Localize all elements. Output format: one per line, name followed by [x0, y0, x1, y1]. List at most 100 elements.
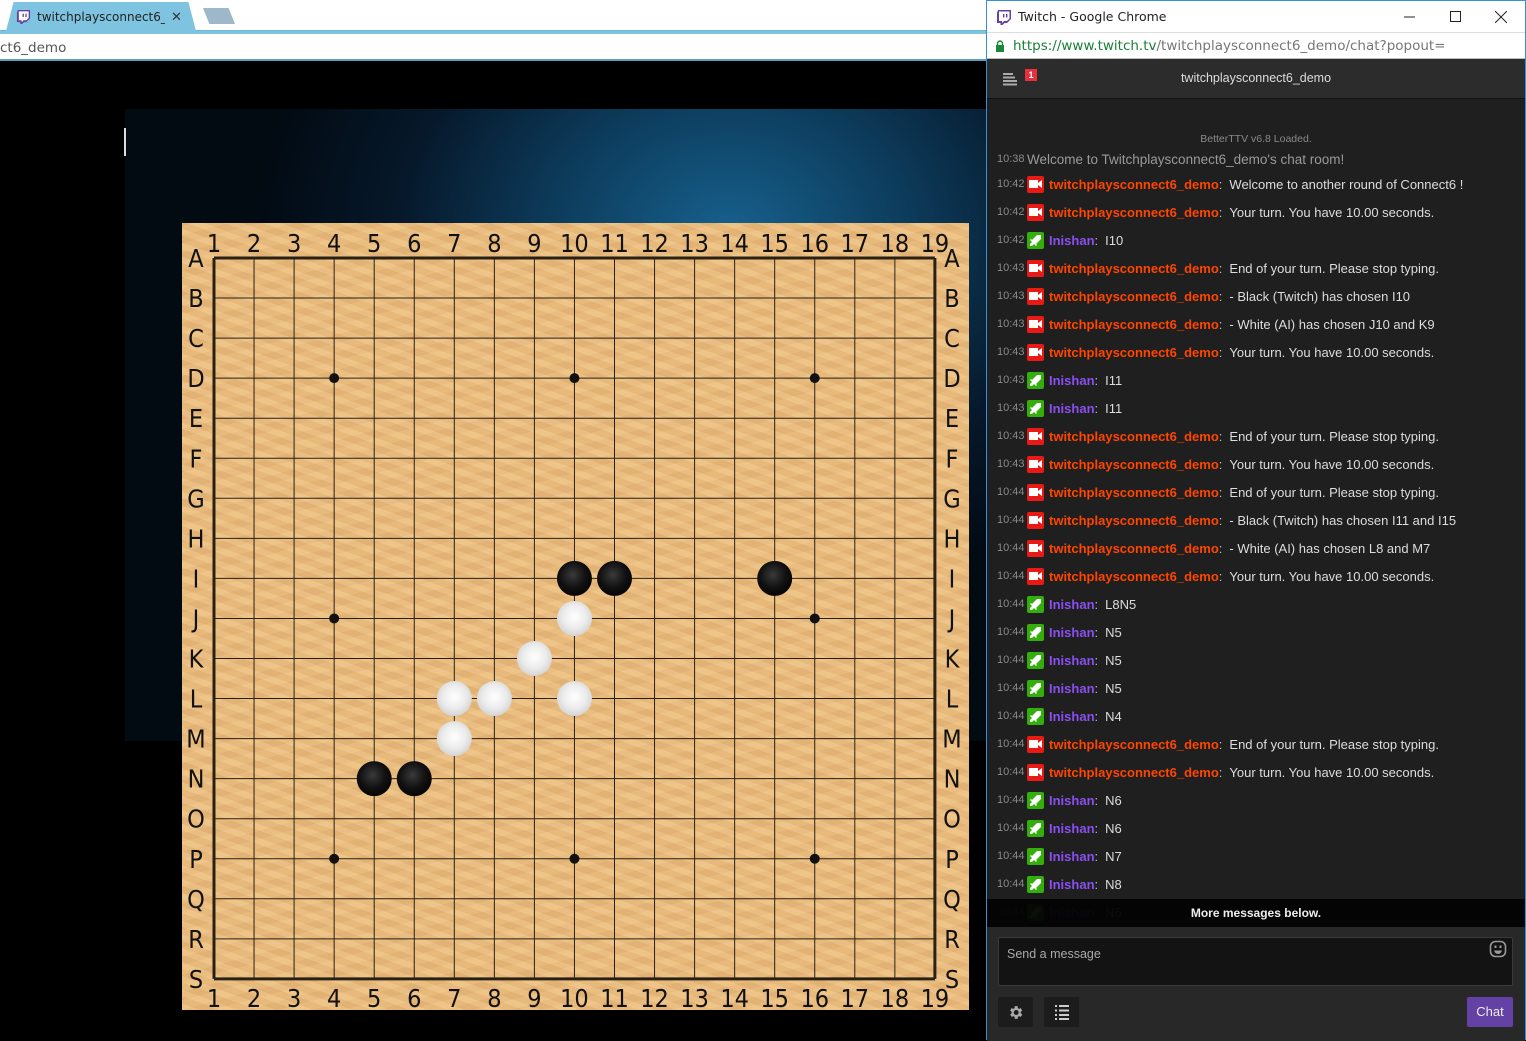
message-text: Welcome to Twitchplaysconnect6_demo's ch…	[1027, 151, 1345, 167]
timestamp: 10:44	[997, 542, 1025, 554]
colon: :	[1218, 540, 1223, 556]
broadcaster-badge[interactable]	[1027, 427, 1044, 445]
close-icon[interactable]: ✕	[171, 9, 182, 25]
username[interactable]: twitchplaysconnect6_demo	[1049, 289, 1219, 304]
username[interactable]: twitchplaysconnect6_demo	[1049, 261, 1219, 276]
minimize-button[interactable]	[1386, 1, 1432, 32]
username[interactable]: Inishan	[1049, 681, 1095, 696]
moderator-badge[interactable]	[1027, 231, 1044, 249]
settings-button[interactable]	[998, 997, 1033, 1027]
username[interactable]: twitchplaysconnect6_demo	[1049, 345, 1219, 360]
username[interactable]: Inishan	[1049, 821, 1095, 836]
broadcaster-badge[interactable]	[1027, 259, 1044, 277]
username[interactable]: Inishan	[1049, 233, 1095, 248]
username[interactable]: twitchplaysconnect6_demo	[1049, 513, 1219, 528]
colon: :	[1094, 652, 1099, 668]
moderator-badge[interactable]	[1027, 707, 1044, 725]
moderator-badge[interactable]	[1027, 791, 1044, 809]
star-point	[809, 613, 820, 624]
broadcaster-badge[interactable]	[1027, 567, 1044, 585]
broadcaster-badge[interactable]	[1027, 483, 1044, 501]
moderator-badge[interactable]	[1027, 847, 1044, 865]
chat-message: 10:43 twitchplaysconnect6_demo: - Black (T…	[997, 286, 1410, 306]
username[interactable]: twitchplaysconnect6_demo	[1049, 457, 1219, 472]
username[interactable]: Inishan	[1049, 653, 1095, 668]
close-window-button[interactable]	[1478, 1, 1524, 32]
username[interactable]: twitchplaysconnect6_demo	[1049, 569, 1219, 584]
moderator-badge[interactable]	[1027, 651, 1044, 669]
username[interactable]: twitchplaysconnect6_demo	[1049, 429, 1219, 444]
black-stone	[396, 761, 432, 797]
username[interactable]: Inishan	[1049, 849, 1095, 864]
chat-message: 10:43 twitchplaysconnect6_demo: End of you…	[997, 258, 1439, 278]
address-input[interactable]: ct6_demo	[0, 34, 990, 61]
camera-icon	[1029, 208, 1042, 216]
column-label-top: 12	[640, 229, 669, 258]
username[interactable]: twitchplaysconnect6_demo	[1049, 205, 1219, 220]
timestamp: 10:44	[997, 878, 1025, 890]
more-messages-below-bar[interactable]: More messages below.	[987, 899, 1525, 927]
row-label-right: E	[945, 404, 959, 433]
moderator-badge[interactable]	[1027, 875, 1044, 893]
timestamp: 10:44	[997, 598, 1025, 610]
chat-popout-window: Twitch - Google Chrome https://www.twitc…	[986, 0, 1526, 1041]
username[interactable]: twitchplaysconnect6_demo	[1049, 177, 1219, 192]
timestamp: 10:43	[997, 290, 1025, 302]
colon: :	[1094, 232, 1099, 248]
broadcaster-badge[interactable]	[1027, 287, 1044, 305]
maximize-button[interactable]	[1432, 1, 1478, 32]
tab-twitch[interactable]: twitchplaysconnect6_demo ✕	[6, 2, 196, 31]
username[interactable]: twitchplaysconnect6_demo	[1049, 765, 1219, 780]
chat-message: 10:42 Inishan: I10	[997, 230, 1123, 250]
username[interactable]: Inishan	[1049, 401, 1095, 416]
black-stone	[356, 761, 392, 797]
row-label-left: I	[193, 564, 200, 593]
username[interactable]: Inishan	[1049, 625, 1095, 640]
username[interactable]: Inishan	[1049, 709, 1095, 724]
chat-message: 10:44 Inishan: N7	[997, 846, 1122, 866]
colon: :	[1218, 484, 1223, 500]
colon: :	[1094, 820, 1099, 836]
chat-send-button[interactable]: Chat	[1467, 997, 1513, 1027]
username[interactable]: twitchplaysconnect6_demo	[1049, 317, 1219, 332]
username[interactable]: twitchplaysconnect6_demo	[1049, 737, 1219, 752]
timestamp: 10:43	[997, 430, 1025, 442]
row-label-left: K	[189, 645, 205, 674]
popout-address-bar[interactable]: https://www.twitch.tv/twitchplaysconnect…	[987, 32, 1525, 59]
moderator-badge[interactable]	[1027, 595, 1044, 613]
row-label-left: S	[189, 965, 203, 994]
colon: :	[1094, 680, 1099, 696]
chat-message: 10:43 Inishan: I11	[997, 370, 1122, 390]
message-text: I10	[1105, 232, 1124, 248]
viewer-list-button[interactable]	[1044, 997, 1079, 1027]
broadcaster-badge[interactable]	[1027, 455, 1044, 473]
moderator-badge[interactable]	[1027, 623, 1044, 641]
moderator-badge[interactable]	[1027, 819, 1044, 837]
column-label-bottom: 2	[247, 984, 261, 1010]
username[interactable]: Inishan	[1049, 373, 1095, 388]
broadcaster-badge[interactable]	[1027, 539, 1044, 557]
broadcaster-badge[interactable]	[1027, 511, 1044, 529]
new-tab-button[interactable]	[203, 8, 235, 24]
connect6-board: 1 1 2 2 3 3 4 4 5 5 6 6 7 7 8 8 9 9 10 10 11 11 12 12 13 13 14 14 15…	[182, 223, 969, 1010]
smiley-icon[interactable]	[1489, 940, 1507, 958]
broadcaster-badge[interactable]	[1027, 735, 1044, 753]
chat-message-input[interactable]: Send a message	[998, 937, 1513, 986]
broadcaster-badge[interactable]	[1027, 175, 1044, 193]
moderator-badge[interactable]	[1027, 399, 1044, 417]
chat-message-list[interactable]: BetterTTV v6.8 Loaded. 10:38 Welcome to …	[987, 100, 1525, 925]
row-label-left: C	[188, 324, 204, 353]
username[interactable]: twitchplaysconnect6_demo	[1049, 541, 1219, 556]
chat-message: 10:44 twitchplaysconnect6_demo: Your turn.…	[997, 566, 1434, 586]
broadcaster-badge[interactable]	[1027, 203, 1044, 221]
broadcaster-badge[interactable]	[1027, 315, 1044, 333]
username[interactable]: Inishan	[1049, 597, 1095, 612]
moderator-badge[interactable]	[1027, 679, 1044, 697]
broadcaster-badge[interactable]	[1027, 763, 1044, 781]
moderator-badge[interactable]	[1027, 371, 1044, 389]
username[interactable]: Inishan	[1049, 793, 1095, 808]
username[interactable]: Inishan	[1049, 877, 1095, 892]
username[interactable]: twitchplaysconnect6_demo	[1049, 485, 1219, 500]
row-label-right: C	[944, 324, 960, 353]
broadcaster-badge[interactable]	[1027, 343, 1044, 361]
